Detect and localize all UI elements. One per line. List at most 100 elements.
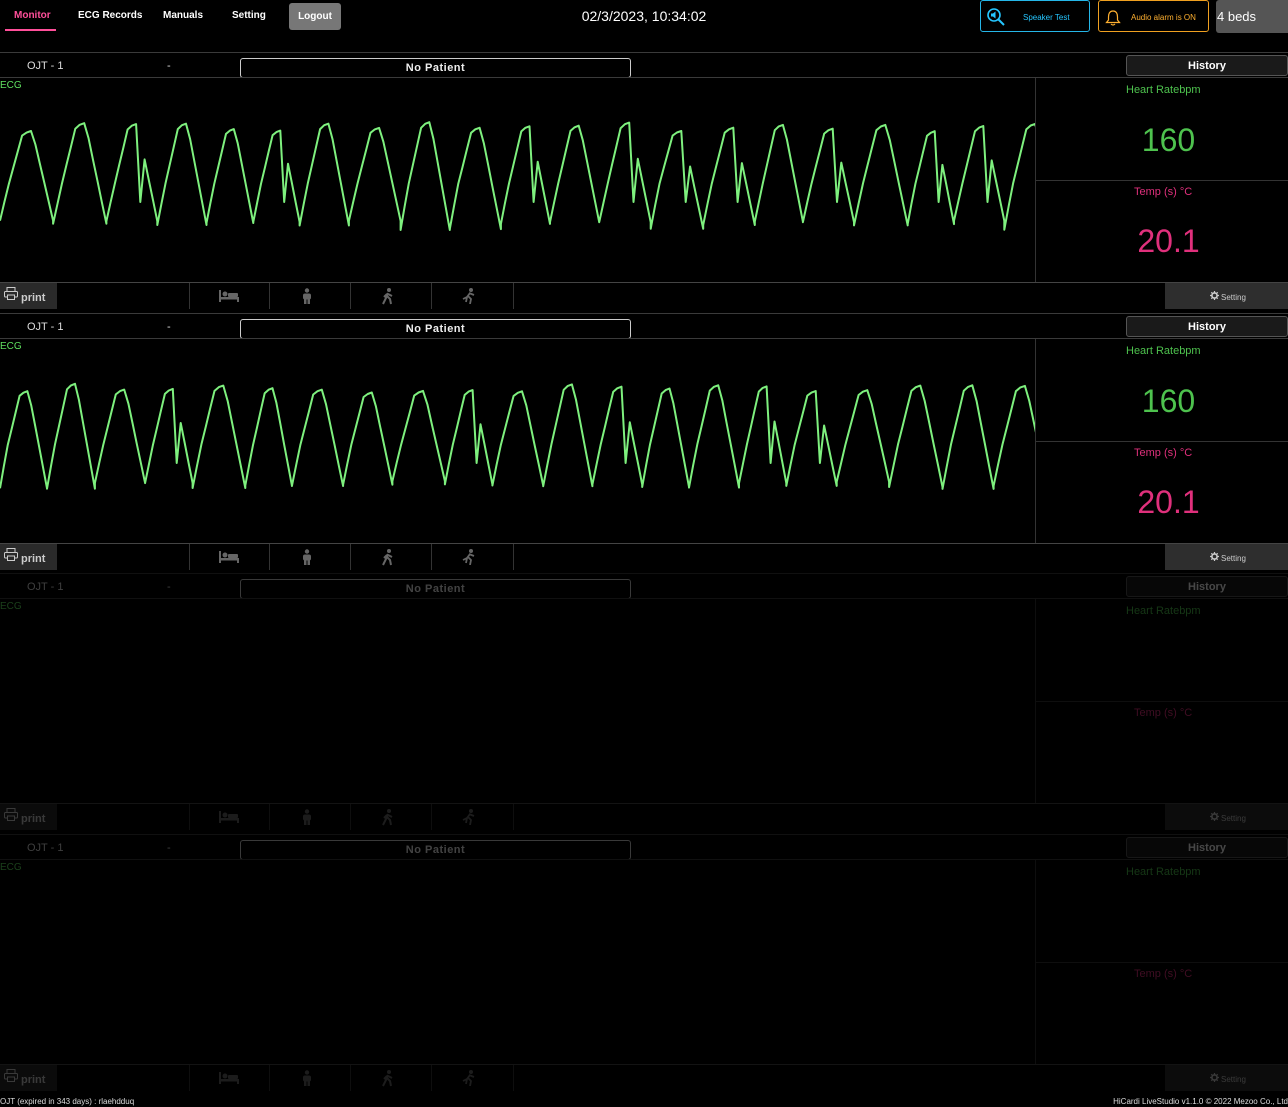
speaker-test-button[interactable]: Speaker Test [980,0,1090,32]
speaker-test-label: Speaker Test [1023,13,1070,22]
setting-label: Setting [1221,293,1246,302]
license-status: OJT (expired in 343 days) : rlaehdduq [0,1097,135,1106]
print-button[interactable]: print [0,1065,57,1091]
gear-icon [1210,812,1219,821]
nav-monitor[interactable]: Monitor [14,10,51,21]
temperature-label: Temp (s) °C [1134,707,1193,719]
bed-panel: OJT - 1 - No Patient History ECG Heart R… [0,834,1288,1093]
bed-icon [219,811,239,823]
bed-icon [219,551,239,563]
vitals-column: Heart Ratebpm 160 Temp (s) °C 20.1 [1035,339,1288,543]
logout-button[interactable]: Logout [289,3,341,30]
ecg-label: ECG [0,862,22,873]
mode-rest-button[interactable] [189,1065,270,1091]
heart-rate-value: 160 [1141,383,1196,419]
nav-active-indicator [5,29,56,31]
ecg-waveform [0,121,1035,231]
running-icon [462,809,475,825]
mode-stand-button[interactable] [269,544,350,570]
panel-footer: print Setting [0,282,1288,309]
running-icon [462,549,475,565]
temperature-value: 20.1 [1137,223,1200,259]
mode-stand-button[interactable] [269,804,350,830]
panel-setting-button[interactable]: Setting [1165,804,1288,830]
mode-walk-button[interactable] [350,804,431,830]
mode-run-button[interactable] [431,283,512,309]
printer-icon [4,548,18,561]
nav-ecg-records[interactable]: ECG Records [78,10,142,21]
panel-setting-button[interactable]: Setting [1165,1065,1288,1091]
mode-run-button[interactable] [431,544,512,570]
panel-setting-button[interactable]: Setting [1165,283,1288,309]
print-label: print [21,292,46,304]
audio-alarm-button[interactable]: Audio alarm is ON [1098,0,1209,32]
heart-rate-label: Heart Ratebpm [1126,84,1201,96]
mode-walk-button[interactable] [350,283,431,309]
walking-icon [382,549,393,566]
mode-rest-button[interactable] [189,283,270,309]
standing-person-icon [303,809,311,825]
speaker-search-icon [987,8,1005,26]
temperature-label: Temp (s) °C [1134,186,1193,198]
gear-icon [1210,552,1219,561]
running-icon [462,288,475,304]
mode-stand-button[interactable] [269,283,350,309]
standing-person-icon [303,1070,311,1086]
audio-alarm-label: Audio alarm is ON [1131,13,1196,22]
mode-stand-button[interactable] [269,1065,350,1091]
setting-label: Setting [1221,554,1246,563]
print-button[interactable]: print [0,544,57,570]
temperature-label: Temp (s) °C [1134,968,1193,980]
ecg-label: ECG [0,341,22,352]
mode-rest-button[interactable] [189,804,270,830]
panel-footer: print Setting [0,803,1288,830]
mode-run-button[interactable] [431,1065,512,1091]
ecg-label: ECG [0,601,22,612]
heart-rate-value: 160 [1141,122,1196,158]
copyright-text: HiCardi LiveStudio v1.1.0 © 2022 Mezoo C… [1113,1097,1288,1106]
setting-label: Setting [1221,1075,1246,1084]
mode-walk-button[interactable] [350,544,431,570]
print-label: print [21,813,46,825]
patient-selector[interactable]: No Patient [240,579,631,599]
mode-rest-button[interactable] [189,544,270,570]
nav-manuals[interactable]: Manuals [163,10,203,21]
gear-icon [1210,291,1219,300]
print-button[interactable]: print [0,804,57,830]
panel-footer: print Setting [0,1064,1288,1091]
patient-selector[interactable]: No Patient [240,58,631,78]
mode-walk-button[interactable] [350,1065,431,1091]
history-button[interactable]: History [1126,316,1288,337]
bed-status-dash: - [167,60,171,72]
ecg-waveform [0,613,1035,803]
history-button[interactable]: History [1126,837,1288,858]
patient-selector[interactable]: No Patient [240,319,631,339]
vitals-divider [1036,962,1288,963]
beds-selector[interactable]: 4 beds [1216,0,1288,33]
patient-selector[interactable]: No Patient [240,840,631,860]
walking-icon [382,1070,393,1087]
ecg-waveform [0,874,1035,1064]
bed-icon [219,1072,239,1084]
print-label: print [21,553,46,565]
history-button[interactable]: History [1126,55,1288,76]
mode-group-end [513,283,514,309]
heart-rate-label: Heart Ratebpm [1126,866,1201,878]
mode-run-button[interactable] [431,804,512,830]
setting-label: Setting [1221,814,1246,823]
mode-group-end [513,544,514,570]
panel-top-divider [0,573,1288,574]
nav-setting[interactable]: Setting [232,10,266,21]
panel-setting-button[interactable]: Setting [1165,544,1288,570]
ecg-waveform [0,382,1035,490]
temperature-label: Temp (s) °C [1134,447,1193,459]
history-button[interactable]: History [1126,576,1288,597]
vitals-divider [1036,180,1288,181]
panel-top-divider [0,52,1288,53]
print-button[interactable]: print [0,283,57,309]
running-icon [462,1070,475,1086]
bed-panel: OJT - 1 - No Patient History ECG Heart R… [0,313,1288,572]
printer-icon [4,808,18,821]
standing-person-icon [303,288,311,304]
bell-icon [1105,10,1121,26]
